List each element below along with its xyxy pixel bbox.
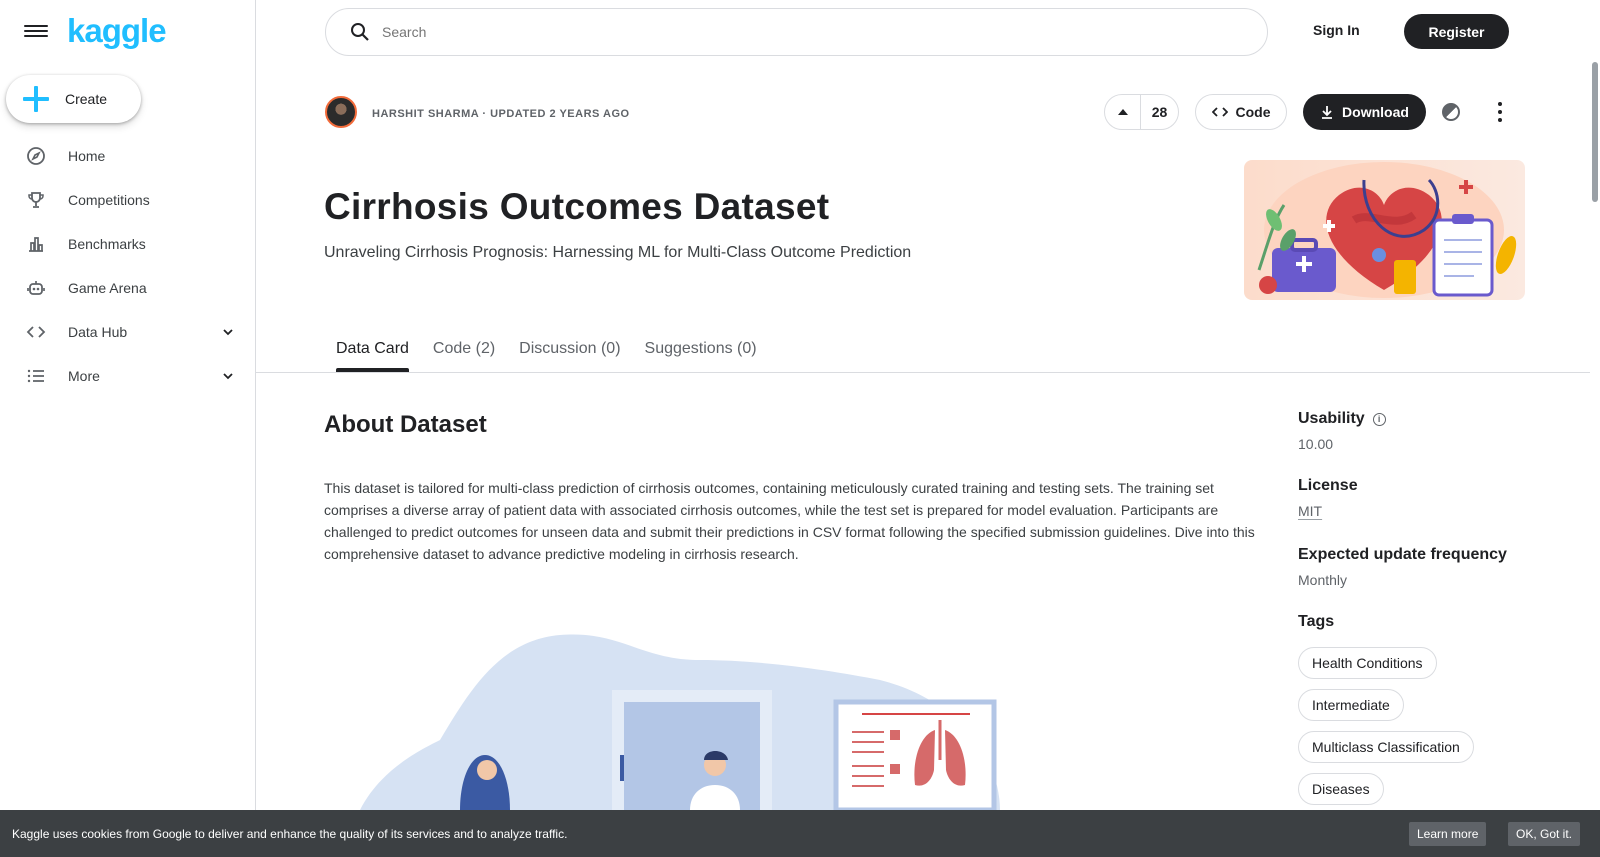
dataset-tabs: Data Card Code (2) Discussion (0) Sugges… <box>336 325 781 372</box>
tab-code[interactable]: Code (2) <box>433 325 495 372</box>
frequency-value: Monthly <box>1298 572 1348 588</box>
tag-chip[interactable]: Diseases <box>1298 773 1384 805</box>
code-icon <box>1211 107 1228 117</box>
sidebar-item-home[interactable]: Home <box>0 134 255 178</box>
search-bar[interactable] <box>325 8 1268 56</box>
page-scrollbar[interactable] <box>1590 0 1600 810</box>
sidebar-item-label: Competitions <box>68 192 150 208</box>
dataset-meta: Usability i 10.00 License MIT Expected u… <box>1298 410 1538 805</box>
bar-chart-icon <box>26 234 46 254</box>
upvote-button[interactable] <box>1105 95 1141 129</box>
usability-label: Usability <box>1298 410 1365 427</box>
tag-chip[interactable]: Intermediate <box>1298 689 1404 721</box>
tag-chip[interactable]: Multiclass Classification <box>1298 731 1474 763</box>
code-button-label: Code <box>1235 104 1271 120</box>
vote-count: 28 <box>1151 104 1168 120</box>
license-label: License <box>1298 477 1358 494</box>
search-input[interactable] <box>382 24 1182 40</box>
usability-heading: Usability i <box>1298 410 1538 428</box>
trophy-icon <box>26 190 46 210</box>
accept-cookies-button[interactable]: OK, Got it. <box>1508 822 1581 846</box>
create-label: Create <box>65 91 108 107</box>
sidebar-item-label: More <box>68 368 100 384</box>
code-icon <box>26 322 46 342</box>
sidebar-item-label: Data Hub <box>68 324 128 340</box>
chevron-down-icon[interactable] <box>221 369 235 383</box>
upvote-control: 28 <box>1104 94 1179 130</box>
usability-value: 10.00 <box>1298 436 1334 452</box>
chevron-down-icon[interactable] <box>221 325 235 339</box>
robot-icon <box>26 278 46 298</box>
theme-toggle-icon[interactable] <box>1442 103 1460 121</box>
download-button-label: Download <box>1342 104 1409 120</box>
about-description: This dataset is tailored for multi-class… <box>324 480 1255 562</box>
sidebar-item-benchmarks[interactable]: Benchmarks <box>0 222 255 266</box>
tags-label: Tags <box>1298 613 1335 630</box>
more-options-icon[interactable] <box>1497 102 1503 122</box>
dataset-cover-image <box>1244 160 1525 300</box>
about-heading: About Dataset <box>324 411 487 438</box>
sidebar-item-data-hub[interactable]: Data Hub <box>0 310 255 354</box>
dataset-illustration <box>360 620 1000 813</box>
avatar[interactable] <box>325 96 357 128</box>
sidebar-item-more[interactable]: More <box>0 354 255 398</box>
tag-chip[interactable]: Health Conditions <box>1298 647 1437 679</box>
search-icon <box>351 23 369 41</box>
tab-discussion[interactable]: Discussion (0) <box>519 325 620 372</box>
page-title: Cirrhosis Outcomes Dataset <box>324 186 830 227</box>
info-icon[interactable]: i <box>1372 412 1386 426</box>
sidebar: kaggle Create Home Competitions Benchmar… <box>0 0 256 857</box>
sign-in-button[interactable]: Sign In <box>1313 22 1360 38</box>
license-link[interactable]: MIT <box>1298 503 1322 519</box>
scrollbar-thumb[interactable] <box>1592 62 1598 202</box>
tab-data-card[interactable]: Data Card <box>336 325 409 372</box>
sidebar-item-game-arena[interactable]: Game Arena <box>0 266 255 310</box>
create-button[interactable]: Create <box>6 75 141 123</box>
kaggle-logo[interactable]: kaggle <box>67 12 167 50</box>
dataset-byline: HARSHIT SHARMA · UPDATED 2 YEARS AGO <box>372 108 630 120</box>
tag-list: Health Conditions Intermediate Multiclas… <box>1298 647 1538 805</box>
page-subtitle: Unraveling Cirrhosis Prognosis: Harnessi… <box>324 244 912 261</box>
menu-icon[interactable] <box>24 22 48 42</box>
code-button[interactable]: Code <box>1195 94 1287 130</box>
list-icon <box>26 366 46 386</box>
download-icon <box>1322 106 1333 119</box>
download-button[interactable]: Download <box>1303 94 1426 130</box>
learn-more-button[interactable]: Learn more <box>1409 822 1487 846</box>
cookie-banner: Kaggle uses cookies from Google to deliv… <box>0 810 1600 857</box>
frequency-label: Expected update frequency <box>1298 546 1507 563</box>
sidebar-item-label: Benchmarks <box>68 236 146 252</box>
sidebar-item-label: Game Arena <box>68 280 147 296</box>
sidebar-nav: Home Competitions Benchmarks Game Arena … <box>0 134 255 398</box>
tab-suggestions[interactable]: Suggestions (0) <box>645 325 757 372</box>
sidebar-item-label: Home <box>68 148 106 164</box>
tabs-divider <box>256 372 1590 373</box>
sidebar-item-competitions[interactable]: Competitions <box>0 178 255 222</box>
cookie-text: Kaggle uses cookies from Google to deliv… <box>12 826 568 841</box>
plus-icon <box>23 86 49 112</box>
register-button[interactable]: Register <box>1404 14 1509 49</box>
compass-icon <box>26 146 46 166</box>
arrow-up-icon <box>1117 109 1128 115</box>
